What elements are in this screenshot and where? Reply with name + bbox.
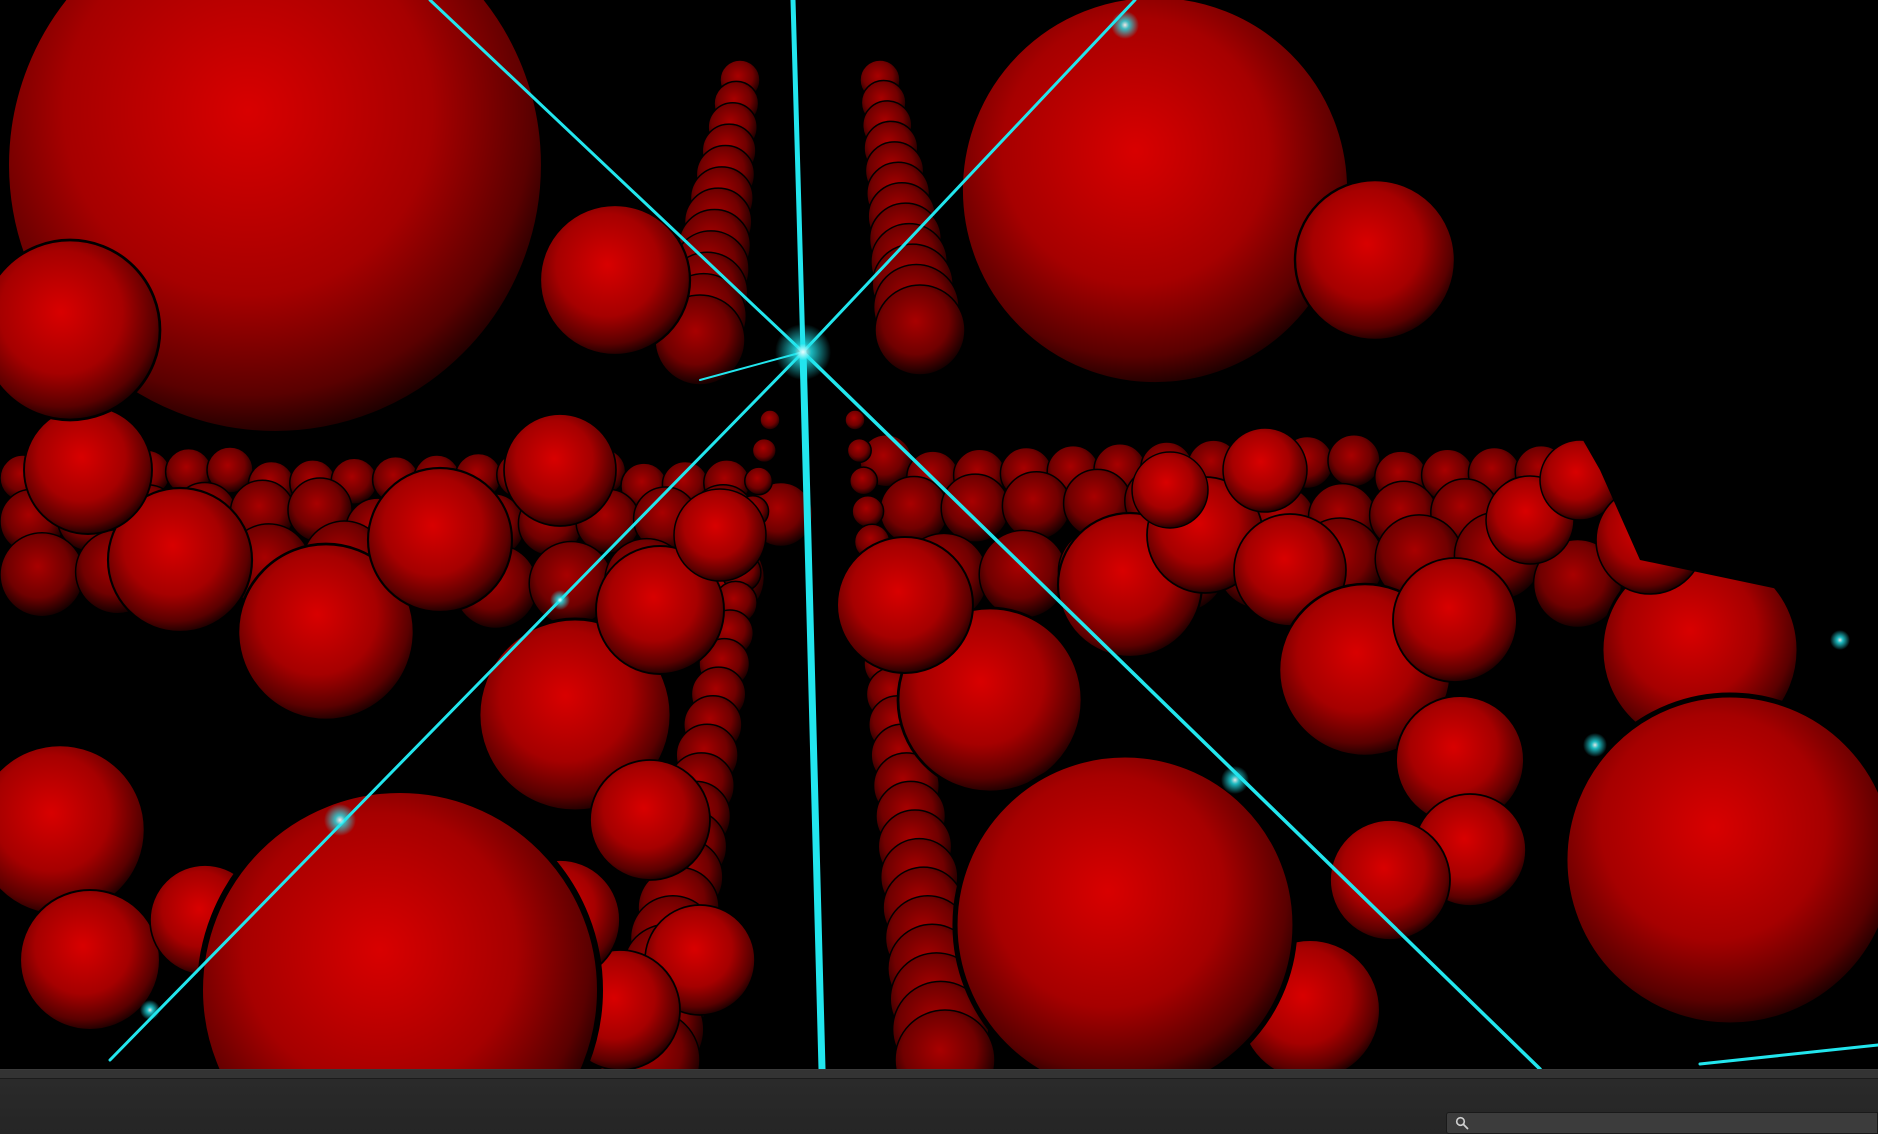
- sphere: [0, 743, 147, 917]
- sphere: [503, 413, 617, 527]
- render-viewport[interactable]: [0, 0, 1878, 1069]
- fractal-render: [0, 0, 1878, 1069]
- bottom-toolbar: [0, 1069, 1878, 1134]
- app-window: [0, 0, 1878, 1134]
- sphere: [23, 405, 153, 535]
- sphere: [874, 284, 966, 376]
- sphere: [940, 473, 1010, 543]
- sphere: [849, 466, 879, 496]
- sphere: [18, 888, 162, 1032]
- sphere: [1293, 178, 1457, 342]
- toolbar-divider: [0, 1070, 1878, 1079]
- sphere: [1001, 470, 1072, 541]
- sphere: [952, 752, 1298, 1069]
- light-sparkle: [1830, 630, 1850, 650]
- sphere: [538, 203, 692, 357]
- light-sparkle: [1111, 11, 1139, 39]
- sphere: [1392, 557, 1518, 683]
- sphere: [835, 535, 975, 675]
- light-sparkle: [550, 590, 570, 610]
- sphere: [1222, 427, 1308, 513]
- sphere: [1131, 451, 1209, 529]
- search-icon: [1455, 1116, 1469, 1130]
- sphere: [851, 494, 885, 528]
- light-sparkle: [140, 1000, 160, 1020]
- sphere: [744, 466, 774, 496]
- sphere: [673, 488, 767, 582]
- sphere: [978, 529, 1068, 620]
- sphere: [844, 409, 866, 431]
- light-sparkle: [1583, 733, 1607, 757]
- sphere: [589, 759, 711, 881]
- sphere: [0, 238, 162, 422]
- search-box[interactable]: [1446, 1112, 1878, 1134]
- sphere: [846, 437, 872, 464]
- sphere: [0, 531, 85, 618]
- search-input[interactable]: [1473, 1114, 1877, 1132]
- light-ray: [1698, 1043, 1878, 1066]
- light-sparkle: [775, 324, 831, 380]
- sphere: [1327, 433, 1381, 488]
- sphere: [759, 409, 781, 431]
- light-ray: [799, 348, 826, 1069]
- light-sparkle: [1221, 766, 1249, 794]
- sphere: [197, 787, 603, 1069]
- light-sparkle: [324, 804, 356, 836]
- sphere: [1562, 692, 1878, 1028]
- sphere: [957, 0, 1353, 388]
- sphere: [366, 466, 514, 614]
- light-ray: [790, 0, 806, 355]
- sphere: [751, 437, 777, 464]
